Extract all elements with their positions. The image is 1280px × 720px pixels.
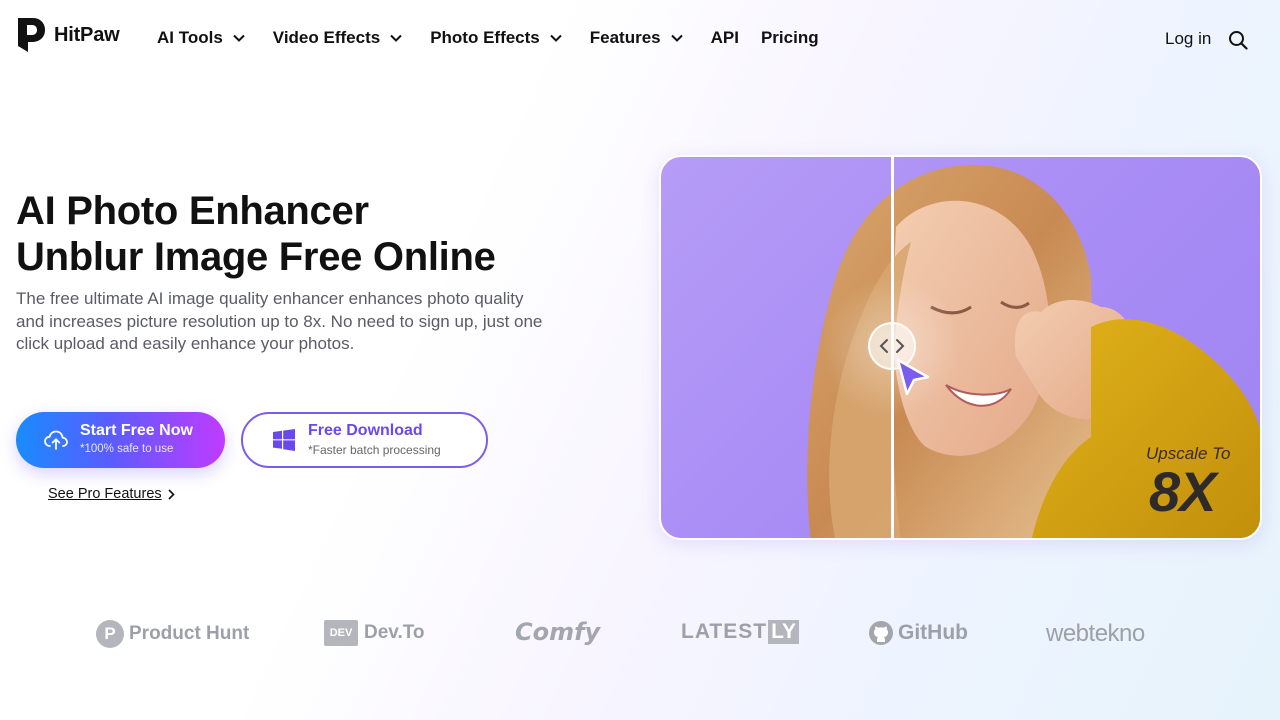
github-text: GitHub <box>898 621 968 644</box>
chevron-right-icon <box>168 488 175 500</box>
upload-cloud-icon <box>44 430 68 450</box>
title-line-1: AI Photo Enhancer <box>16 189 369 233</box>
start-free-now-button[interactable]: Start Free Now *100% safe to use <box>16 412 225 468</box>
compare-arrows-icon <box>879 339 905 353</box>
github-icon <box>869 621 893 645</box>
hitpaw-logo-icon <box>18 18 45 52</box>
see-pro-features-link[interactable]: See Pro Features <box>48 486 175 502</box>
nav-api-label: API <box>710 28 739 47</box>
upscale-value: 8X <box>1149 460 1216 523</box>
start-free-now-sublabel: *100% safe to use <box>80 443 174 455</box>
login-link[interactable]: Log in <box>1165 29 1211 49</box>
search-icon[interactable] <box>1228 30 1248 50</box>
free-download-button[interactable]: Free Download *Faster batch processing <box>241 412 488 468</box>
nav-video-effects[interactable]: Video Effects <box>273 28 402 48</box>
chevron-down-icon <box>390 34 402 42</box>
latestly-logo[interactable]: LATEST LY <box>681 620 800 644</box>
comfy-logo[interactable]: Comfy <box>515 618 600 646</box>
product-hunt-logo[interactable]: P Product Hunt <box>96 620 249 648</box>
windows-icon <box>273 429 295 451</box>
nav-video-effects-label: Video Effects <box>272 28 381 47</box>
see-pro-features-label: See Pro Features <box>48 486 162 502</box>
top-navigation: HitPaw AI Tools Video Effects Photo Effe… <box>0 0 1280 80</box>
chevron-down-icon <box>550 34 562 42</box>
devto-text: Dev.To <box>364 622 425 643</box>
title-line-2: Unblur Image Free Online <box>16 235 496 279</box>
dev-badge-icon: DEV <box>324 620 358 646</box>
free-download-sublabel: *Faster batch processing <box>308 443 441 457</box>
main-menu: AI Tools Video Effects Photo Effects Fea… <box>157 28 819 48</box>
hero-description: The free ultimate AI image quality enhan… <box>16 289 543 353</box>
comfy-text: Comfy <box>515 618 601 646</box>
webtekno-text: webtekno <box>1046 620 1145 647</box>
nav-photo-effects-label: Photo Effects <box>430 28 540 47</box>
nav-api[interactable]: API <box>711 28 739 48</box>
pointer-cursor-icon <box>896 358 930 396</box>
nav-ai-tools[interactable]: AI Tools <box>157 28 245 48</box>
brand-name: HitPaw <box>54 23 120 46</box>
nav-ai-tools-label: AI Tools <box>157 28 223 47</box>
nav-pricing-label: Pricing <box>760 28 819 47</box>
devto-logo[interactable]: DEV Dev.To <box>324 620 425 646</box>
free-download-label: Free Download <box>308 422 423 439</box>
nav-pricing[interactable]: Pricing <box>761 28 819 48</box>
nav-features-label: Features <box>589 28 661 47</box>
nav-photo-effects[interactable]: Photo Effects <box>430 28 562 48</box>
latestly-ly-badge: LY <box>768 620 800 644</box>
nav-features[interactable]: Features <box>590 28 683 48</box>
chevron-down-icon <box>233 34 245 42</box>
start-free-now-label: Start Free Now <box>80 422 193 439</box>
page-title: AI Photo Enhancer Unblur Image Free Onli… <box>16 188 496 280</box>
brand-logo[interactable]: HitPaw <box>16 16 120 54</box>
webtekno-logo[interactable]: webtekno <box>1046 620 1145 648</box>
before-after-showcase: Upscale To 8X <box>659 155 1262 540</box>
product-hunt-icon: P <box>96 620 124 648</box>
chevron-down-icon <box>670 34 683 42</box>
press-logos: P Product Hunt DEV Dev.To Comfy LATEST L… <box>0 610 1280 660</box>
product-hunt-text: Product Hunt <box>129 623 250 644</box>
github-logo[interactable]: GitHub <box>868 620 968 646</box>
latestly-text: LATEST <box>681 620 768 643</box>
